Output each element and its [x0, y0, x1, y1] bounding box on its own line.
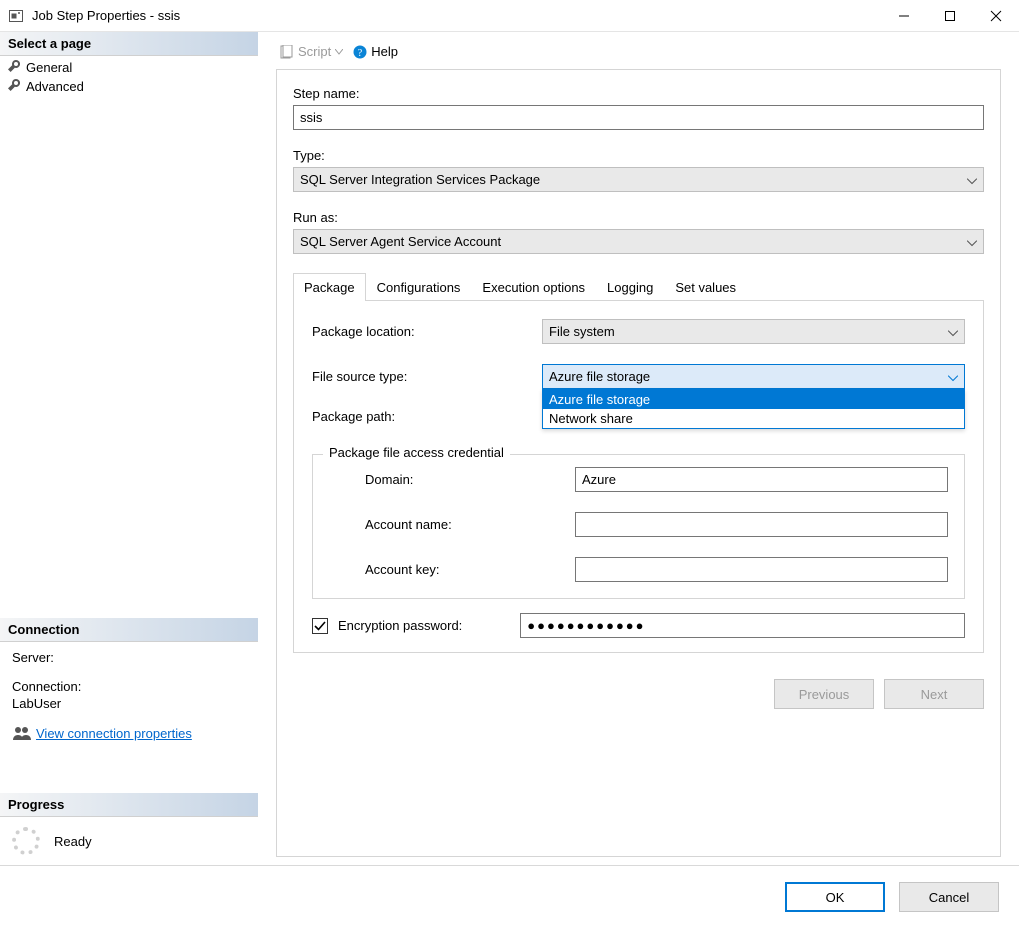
- script-label: Script: [298, 44, 331, 59]
- maximize-button[interactable]: [927, 0, 973, 32]
- connection-label: Connection:: [12, 679, 246, 694]
- connection-value: LabUser: [12, 696, 246, 711]
- server-label: Server:: [12, 650, 246, 665]
- account-name-label: Account name:: [365, 517, 575, 532]
- chevron-down-icon: [948, 324, 958, 339]
- tab-label: Configurations: [377, 280, 461, 295]
- script-button[interactable]: Script: [280, 44, 343, 59]
- tab-logging[interactable]: Logging: [596, 273, 664, 301]
- chevron-down-icon: [948, 369, 958, 384]
- file-source-type-select[interactable]: Azure file storage: [542, 364, 965, 389]
- sidebar-item-label: General: [26, 60, 72, 75]
- dropdown-option[interactable]: Azure file storage: [543, 390, 964, 409]
- minimize-button[interactable]: [881, 0, 927, 32]
- main-panel: Step name: Type: SQL Server Integration …: [276, 69, 1001, 857]
- package-location-value: File system: [549, 324, 615, 339]
- view-connection-properties-link[interactable]: View connection properties: [36, 726, 192, 741]
- sidebar-header-select-page: Select a page: [0, 32, 258, 56]
- people-icon: [12, 725, 32, 741]
- sidebar-header-connection: Connection: [0, 618, 258, 642]
- tab-content-package: Package location: File system File sourc…: [293, 301, 984, 653]
- tab-label: Set values: [675, 280, 736, 295]
- progress-label: Ready: [54, 834, 92, 849]
- account-key-label: Account key:: [365, 562, 575, 577]
- window-title: Job Step Properties - ssis: [32, 8, 180, 23]
- check-icon: [314, 620, 326, 632]
- encryption-password-checkbox[interactable]: [312, 618, 328, 634]
- button-label: Cancel: [929, 890, 969, 905]
- tab-label: Logging: [607, 280, 653, 295]
- tab-label: Package: [304, 280, 355, 295]
- tab-execution-options[interactable]: Execution options: [471, 273, 596, 301]
- chevron-down-icon: [967, 234, 977, 249]
- run-as-label: Run as:: [293, 210, 984, 225]
- type-label: Type:: [293, 148, 984, 163]
- account-key-input[interactable]: [575, 557, 948, 582]
- previous-button: Previous: [774, 679, 874, 709]
- button-label: OK: [826, 890, 845, 905]
- title-bar: Job Step Properties - ssis: [0, 0, 1019, 32]
- account-name-input[interactable]: [575, 512, 948, 537]
- step-name-label: Step name:: [293, 86, 984, 101]
- close-button[interactable]: [973, 0, 1019, 32]
- tab-label: Execution options: [482, 280, 585, 295]
- sidebar-item-general[interactable]: General: [0, 58, 258, 77]
- help-icon: ?: [353, 45, 367, 59]
- file-source-type-dropdown[interactable]: Azure file storage Network share: [542, 389, 965, 429]
- chevron-down-icon: [335, 49, 343, 55]
- spinner-icon: [12, 827, 40, 855]
- run-as-value: SQL Server Agent Service Account: [300, 234, 501, 249]
- tab-configurations[interactable]: Configurations: [366, 273, 472, 301]
- sidebar-item-advanced[interactable]: Advanced: [0, 77, 258, 96]
- tab-package[interactable]: Package: [293, 273, 366, 301]
- cancel-button[interactable]: Cancel: [899, 882, 999, 912]
- svg-text:?: ?: [358, 48, 363, 59]
- chevron-down-icon: [967, 172, 977, 187]
- dialog-footer: OK Cancel: [0, 866, 1019, 928]
- run-as-select[interactable]: SQL Server Agent Service Account: [293, 229, 984, 254]
- file-source-type-value: Azure file storage: [549, 369, 650, 384]
- type-value: SQL Server Integration Services Package: [300, 172, 540, 187]
- type-select[interactable]: SQL Server Integration Services Package: [293, 167, 984, 192]
- package-location-label: Package location:: [312, 324, 542, 339]
- encryption-password-label: Encryption password:: [338, 618, 462, 633]
- file-source-type-label: File source type:: [312, 369, 542, 384]
- ok-button[interactable]: OK: [785, 882, 885, 912]
- button-label: Previous: [799, 687, 850, 702]
- package-path-label: Package path:: [312, 409, 542, 424]
- dropdown-option-label: Network share: [549, 411, 633, 426]
- content-toolbar: Script ? Help: [276, 40, 1001, 69]
- sidebar-header-progress: Progress: [0, 793, 258, 817]
- credential-fieldset: Package file access credential Domain: A…: [312, 454, 965, 599]
- domain-label: Domain:: [365, 472, 575, 487]
- button-label: Next: [921, 687, 948, 702]
- encryption-password-input[interactable]: [520, 613, 965, 638]
- help-label: Help: [371, 44, 398, 59]
- dropdown-option[interactable]: Network share: [543, 409, 964, 428]
- next-button: Next: [884, 679, 984, 709]
- tab-set-values[interactable]: Set values: [664, 273, 747, 301]
- sidebar-item-label: Advanced: [26, 79, 84, 94]
- domain-input[interactable]: [575, 467, 948, 492]
- help-button[interactable]: ? Help: [353, 44, 398, 59]
- package-location-select[interactable]: File system: [542, 319, 965, 344]
- dropdown-option-label: Azure file storage: [549, 392, 650, 407]
- wrench-icon: [8, 60, 20, 75]
- app-icon: [8, 8, 24, 24]
- connection-info: Server: Connection: LabUser View connect…: [0, 642, 258, 749]
- credential-legend: Package file access credential: [323, 445, 510, 460]
- progress-status: Ready: [0, 817, 258, 865]
- wrench-icon: [8, 79, 20, 94]
- tab-strip: Package Configurations Execution options…: [293, 272, 984, 301]
- step-name-input[interactable]: [293, 105, 984, 130]
- content-pane: Script ? Help Step name: Type: SQL Serve…: [258, 32, 1019, 865]
- sidebar: Select a page General Advanced Connectio…: [0, 32, 258, 865]
